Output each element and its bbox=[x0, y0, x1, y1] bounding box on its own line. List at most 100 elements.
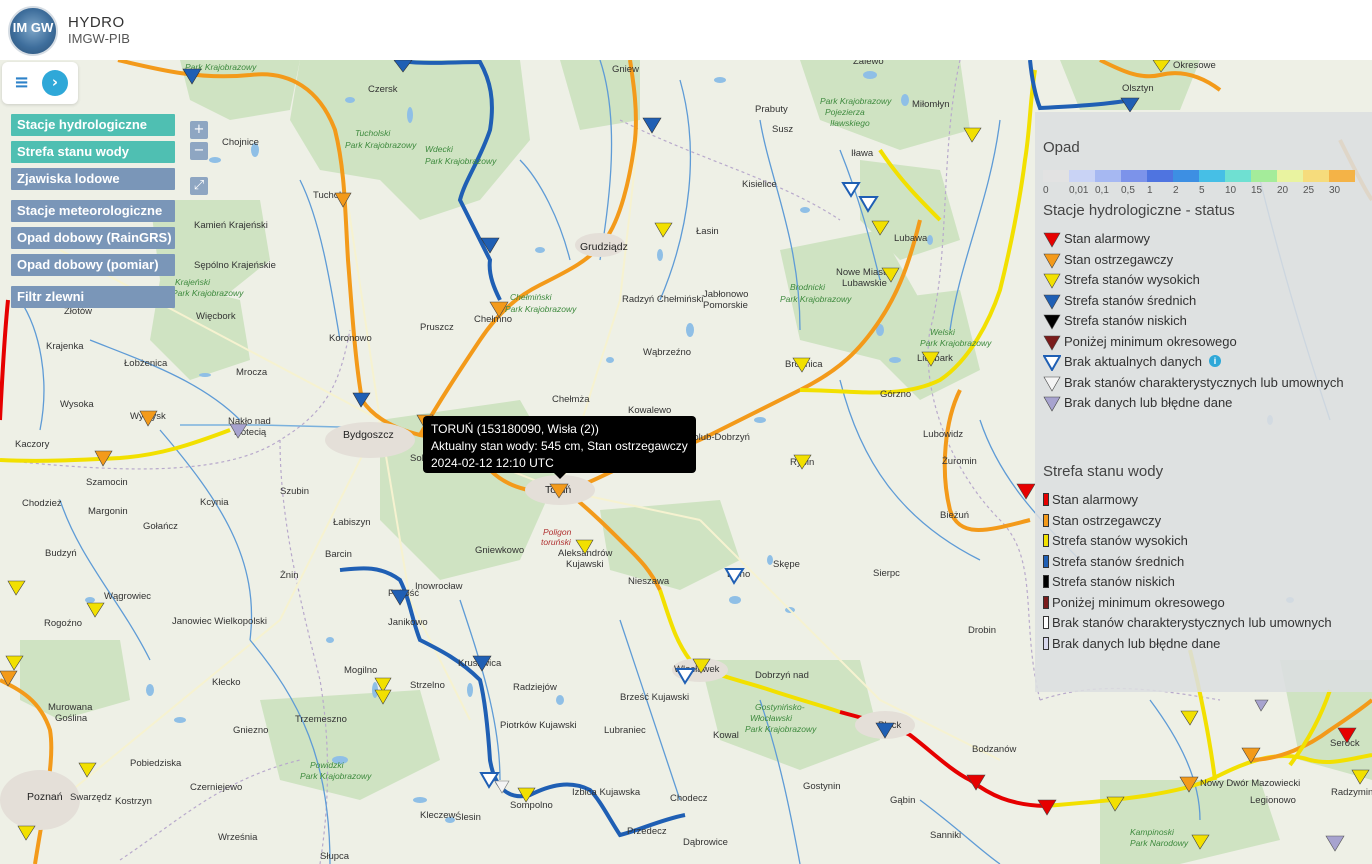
svg-text:Park Krajobrazowy: Park Krajobrazowy bbox=[505, 304, 577, 314]
triangle-icon bbox=[1043, 376, 1061, 392]
svg-text:Żuromin: Żuromin bbox=[942, 456, 977, 467]
zone-legend-label: Poniżej minimum okresowego bbox=[1052, 594, 1225, 610]
triangle-icon bbox=[1043, 232, 1061, 248]
triangle-icon bbox=[1043, 335, 1061, 351]
svg-text:Swarzędz: Swarzędz bbox=[70, 792, 112, 803]
zoom-out-button[interactable]: − bbox=[190, 142, 208, 160]
svg-text:Iława: Iława bbox=[851, 148, 874, 159]
rain-swatch bbox=[1199, 170, 1225, 182]
zone-color-swatch bbox=[1043, 513, 1049, 527]
rain-swatch bbox=[1329, 170, 1355, 182]
svg-text:Piotrków Kujawski: Piotrków Kujawski bbox=[500, 720, 577, 731]
svg-text:Dąbrowice: Dąbrowice bbox=[683, 837, 728, 848]
svg-text:Park Krajobrazowy: Park Krajobrazowy bbox=[920, 338, 992, 348]
svg-text:Chełmiński: Chełmiński bbox=[510, 292, 553, 302]
svg-text:Park Krajobrazowy: Park Krajobrazowy bbox=[172, 288, 244, 298]
svg-text:Park Krajobrazowy: Park Krajobrazowy bbox=[745, 724, 817, 734]
rain-scale-label: 0,5 bbox=[1121, 185, 1135, 196]
map-legend: Opad 0 0,01 0,1 0,5 1 2 5 10 15 20 25 30 Stacje hyd… bbox=[1035, 112, 1372, 692]
svg-text:Sępólno Krajeńskie: Sępólno Krajeńskie bbox=[194, 260, 276, 271]
triangle-icon bbox=[1043, 253, 1061, 269]
menu-toolbar: ≡ › bbox=[2, 62, 78, 104]
svg-text:Budzyń: Budzyń bbox=[45, 548, 77, 559]
tooltip-timestamp: 2024-02-12 12:10 UTC bbox=[431, 456, 554, 470]
tooltip-water-level: Aktualny stan wody: 545 cm, Stan ostrzeg… bbox=[431, 439, 688, 453]
zone-color-swatch bbox=[1043, 575, 1049, 588]
svg-text:Powidzki: Powidzki bbox=[310, 760, 345, 770]
svg-text:Tucholski: Tucholski bbox=[355, 128, 391, 138]
svg-text:Kujawski: Kujawski bbox=[566, 559, 604, 570]
svg-text:Kaczory: Kaczory bbox=[15, 439, 50, 450]
svg-text:Kisielice: Kisielice bbox=[742, 179, 777, 190]
svg-text:Nieszawa: Nieszawa bbox=[628, 576, 670, 587]
chevron-right-icon[interactable]: › bbox=[42, 70, 68, 96]
svg-text:Więcbork: Więcbork bbox=[196, 311, 236, 322]
svg-text:Żnin: Żnin bbox=[280, 570, 298, 581]
layer-toggle-zjawiska-lodowe[interactable]: Zjawiska lodowe bbox=[11, 168, 175, 190]
expand-icon[interactable]: ⤢ bbox=[190, 177, 208, 195]
rain-swatch bbox=[1251, 170, 1277, 182]
svg-text:Górzno: Górzno bbox=[880, 389, 911, 400]
svg-text:Kamień Krajeński: Kamień Krajeński bbox=[194, 220, 268, 231]
svg-text:Radzymin: Radzymin bbox=[1331, 787, 1372, 798]
svg-text:Kostrzyn: Kostrzyn bbox=[115, 796, 152, 807]
zone-legend-label: Strefa stanów wysokich bbox=[1052, 533, 1188, 548]
zoom-in-button[interactable]: + bbox=[190, 121, 208, 139]
app-subtitle: IMGW-PIB bbox=[68, 31, 130, 46]
rain-scale-label: 15 bbox=[1251, 185, 1263, 196]
svg-text:Park Narodowy: Park Narodowy bbox=[1130, 838, 1189, 848]
rain-swatch bbox=[1095, 170, 1121, 182]
rain-swatch bbox=[1121, 170, 1147, 182]
layer-toggle-strefa-stanu-wody[interactable]: Strefa stanu wody bbox=[11, 141, 175, 163]
app-header: IM GW HYDRO IMGW-PIB bbox=[0, 0, 1372, 60]
svg-text:Park Krajobrazowy: Park Krajobrazowy bbox=[780, 294, 852, 304]
layer-toggle-filtr-zlewni[interactable]: Filtr zlewni bbox=[11, 286, 175, 308]
svg-text:Susz: Susz bbox=[772, 124, 793, 135]
status-legend-label: Strefa stanów wysokich bbox=[1064, 272, 1200, 287]
station-tooltip: TORUŃ (153180090, Wisła (2)) Aktualny st… bbox=[423, 416, 696, 473]
imgw-logo[interactable]: IM GW bbox=[8, 6, 58, 56]
rain-swatch bbox=[1173, 170, 1199, 182]
rain-scale-label: 2 bbox=[1173, 185, 1179, 196]
hamburger-icon[interactable]: ≡ bbox=[14, 72, 29, 93]
svg-text:Jabłonowo: Jabłonowo bbox=[703, 289, 748, 300]
svg-text:Gostynin: Gostynin bbox=[803, 781, 841, 792]
svg-text:Czersk: Czersk bbox=[368, 84, 398, 95]
svg-text:Słupca: Słupca bbox=[320, 851, 350, 862]
svg-text:Wąbrzeźno: Wąbrzeźno bbox=[643, 347, 691, 358]
status-legend-title: Stacje hydrologiczne - status bbox=[1043, 202, 1235, 219]
svg-text:Izbica Kujawska: Izbica Kujawska bbox=[572, 787, 641, 798]
layer-toggle-opad-raingrs[interactable]: Opad dobowy (RainGRS) bbox=[11, 227, 175, 249]
svg-text:Park Krajobrazowy: Park Krajobrazowy bbox=[425, 156, 497, 166]
triangle-icon bbox=[1043, 396, 1061, 412]
svg-text:Park Krajobrazowy: Park Krajobrazowy bbox=[820, 96, 892, 106]
info-icon[interactable]: i bbox=[1209, 355, 1221, 367]
svg-text:Park Krajobrazowy: Park Krajobrazowy bbox=[345, 140, 417, 150]
zone-legend-label: Brak danych lub błędne dane bbox=[1052, 635, 1221, 651]
svg-text:Łobżenica: Łobżenica bbox=[124, 358, 168, 369]
rain-scale-label: 0,01 bbox=[1069, 185, 1089, 196]
svg-text:Murowana: Murowana bbox=[48, 702, 93, 713]
layer-toggle-stacje-meteorologiczne[interactable]: Stacje meteorologiczne bbox=[11, 200, 175, 222]
layer-toggle-stacje-hydrologiczne[interactable]: Stacje hydrologiczne bbox=[11, 114, 175, 136]
svg-text:Chojnice: Chojnice bbox=[222, 137, 259, 148]
svg-text:Lubraniec: Lubraniec bbox=[604, 725, 646, 736]
zone-legend-title: Strefa stanu wody bbox=[1043, 463, 1164, 480]
svg-text:Strzelno: Strzelno bbox=[410, 680, 445, 691]
tooltip-station-name: TORUŃ (153180090, Wisła (2)) bbox=[431, 422, 599, 436]
svg-text:Wągrowiec: Wągrowiec bbox=[104, 591, 151, 602]
svg-text:Drobin: Drobin bbox=[968, 625, 996, 636]
rain-scale-label: 10 bbox=[1225, 185, 1237, 196]
svg-text:Brodnicki: Brodnicki bbox=[790, 282, 826, 292]
zone-legend-label: Stan ostrzegawczy bbox=[1052, 512, 1162, 528]
svg-text:Pomorskie: Pomorskie bbox=[703, 300, 748, 311]
svg-text:Brześć Kujawski: Brześć Kujawski bbox=[620, 692, 689, 703]
status-legend-label: Brak danych lub błędne dane bbox=[1064, 395, 1233, 410]
rain-scale-label: 5 bbox=[1199, 185, 1205, 196]
zone-color-swatch bbox=[1043, 534, 1049, 547]
svg-text:Bydgoszcz: Bydgoszcz bbox=[343, 429, 394, 441]
layer-toggle-opad-pomiar[interactable]: Opad dobowy (pomiar) bbox=[11, 254, 175, 276]
svg-text:Trzemeszno: Trzemeszno bbox=[295, 714, 347, 725]
rain-scale-label: 25 bbox=[1303, 185, 1315, 196]
zone-color-swatch bbox=[1043, 595, 1049, 609]
